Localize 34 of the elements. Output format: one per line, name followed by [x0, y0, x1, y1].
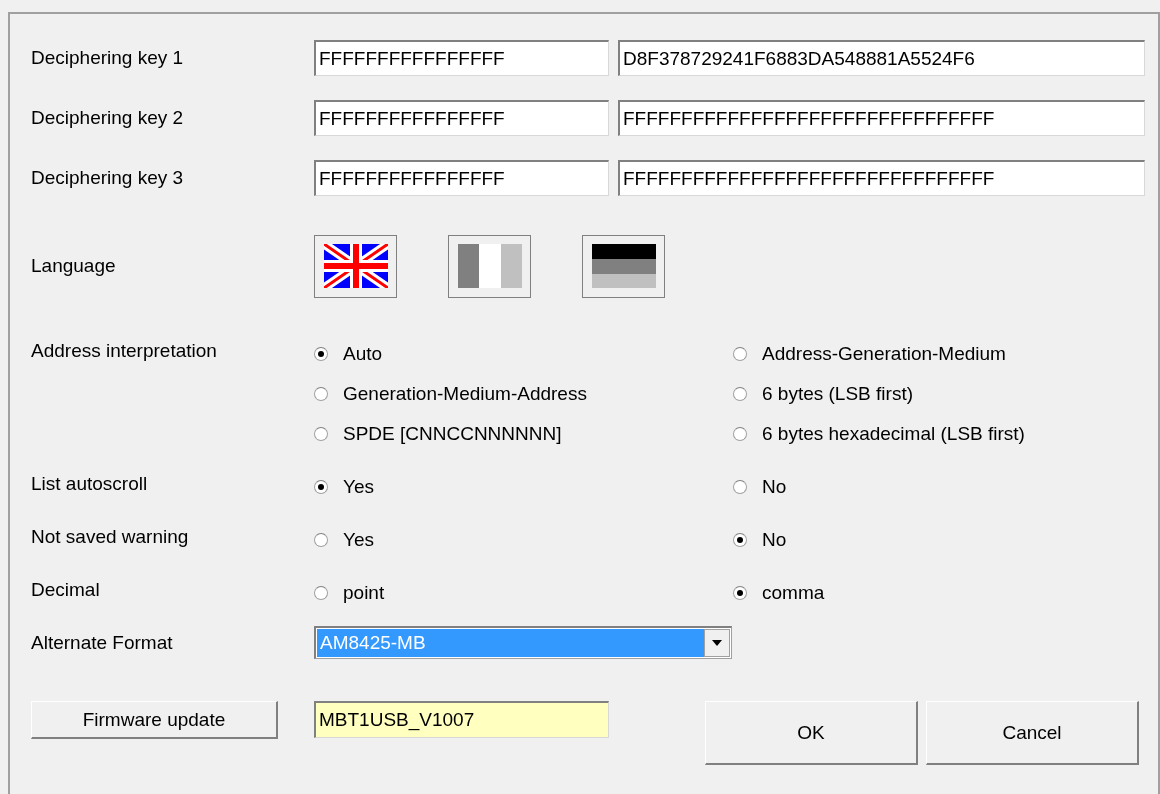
flag-button[interactable] [314, 234, 397, 298]
language-label: Language [31, 255, 117, 277]
option-label: Decimal [31, 579, 101, 601]
key-field[interactable]: FFFFFFFFFFFFFFFF [314, 40, 609, 76]
key-field[interactable]: FFFFFFFFFFFFFFFF [314, 160, 609, 196]
dialog-button[interactable]: Cancel [926, 701, 1139, 765]
key-label: Deciphering key 2 [31, 107, 185, 129]
radio-option[interactable]: Yes [314, 473, 733, 500]
radio-option[interactable]: No [733, 526, 1153, 553]
option-label: Address interpretation [31, 340, 218, 362]
radio-option[interactable]: 6 bytes hexadecimal (LSB first) [733, 420, 1153, 447]
radio-option[interactable]: No [733, 473, 1153, 500]
format-label: Alternate Format [31, 631, 174, 654]
radio-option[interactable]: 6 bytes (LSB first) [733, 380, 1153, 407]
key-field[interactable]: FFFFFFFFFFFFFFFFFFFFFFFFFFFFFFFF [618, 100, 1145, 136]
dialog-button[interactable]: OK [705, 701, 918, 765]
radio-option[interactable]: Generation-Medium-Address [314, 380, 733, 407]
key-field[interactable]: D8F378729241F6883DA548881A5524F6 [618, 40, 1145, 76]
version-field[interactable]: MBT1USB_V1007 [314, 701, 609, 738]
key-label: Deciphering key 3 [31, 167, 185, 189]
caret-icon [712, 640, 722, 646]
key-field[interactable]: FFFFFFFFFFFFFFFFFFFFFFFFFFFFFFFF [618, 160, 1145, 196]
firmware-update-button[interactable]: Firmware update [31, 701, 278, 739]
key-label: Deciphering key 1 [31, 47, 185, 69]
radio-option[interactable]: SPDE [CNNCCNNNNNN] [314, 420, 733, 447]
radio-option[interactable]: comma [733, 579, 1153, 606]
radio-option[interactable]: point [314, 579, 733, 606]
flag-button[interactable] [582, 234, 665, 298]
radio-option[interactable]: Auto [314, 340, 733, 367]
radio-option[interactable]: Yes [314, 526, 733, 553]
key-field[interactable]: FFFFFFFFFFFFFFFF [314, 100, 609, 136]
radio-option[interactable]: Address-Generation-Medium [733, 340, 1153, 367]
option-label: List autoscroll [31, 473, 149, 495]
option-label: Not saved warning [31, 526, 190, 548]
